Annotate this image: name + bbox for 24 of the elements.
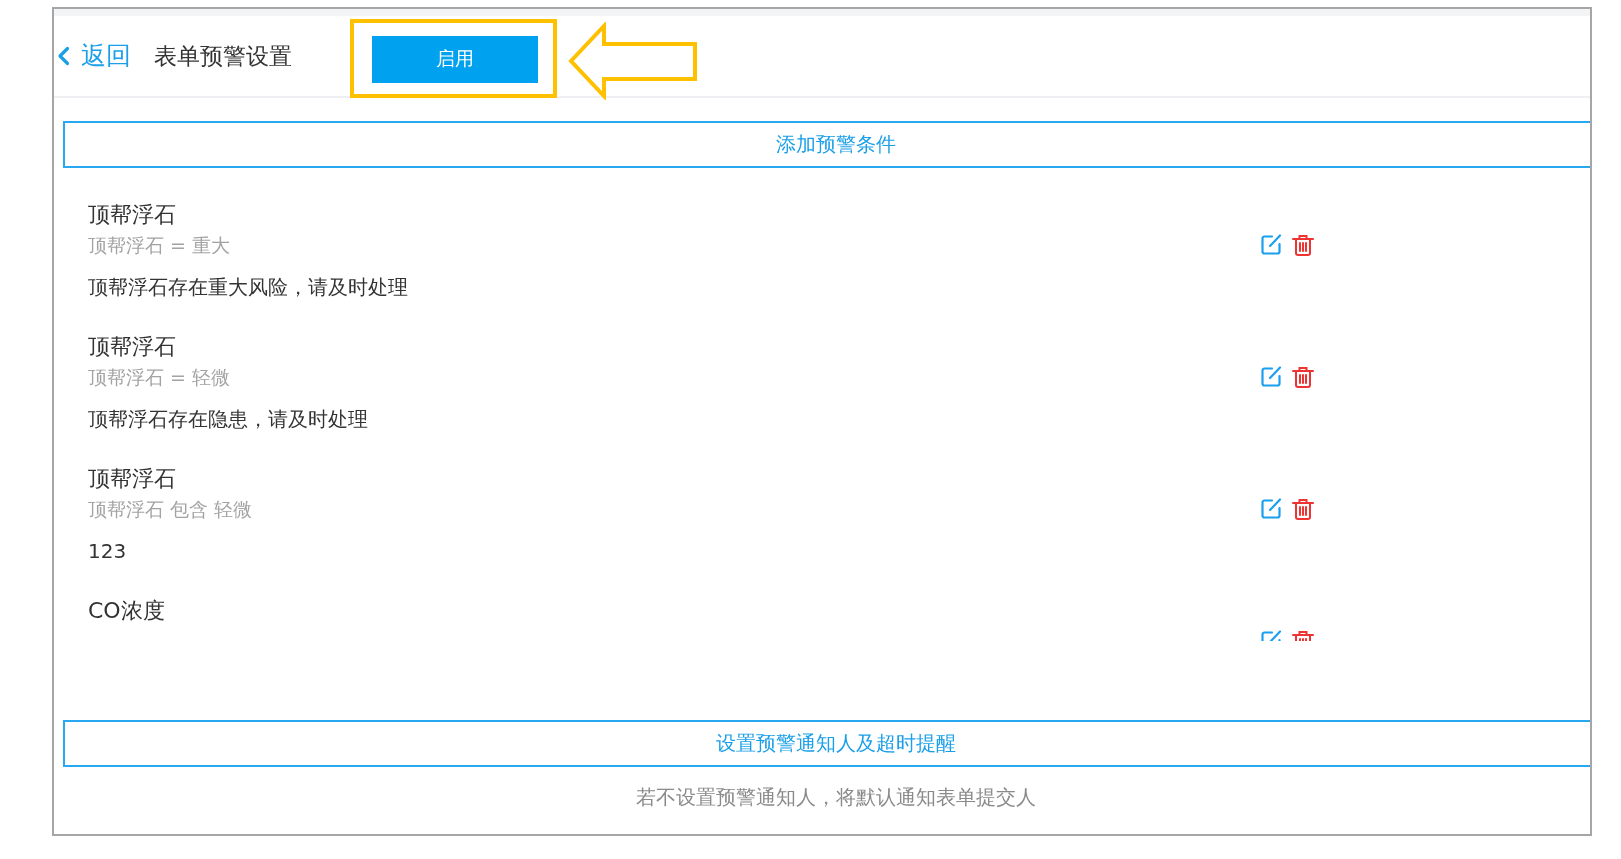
chevron-left-icon [57, 46, 70, 66]
back-link[interactable]: 返回 [57, 41, 131, 71]
enable-button[interactable]: 启用 [372, 35, 538, 83]
condition-rule: 顶帮浮石 = 重大 [88, 233, 231, 258]
warning-message: 顶帮浮石存在隐患，请及时处理 [88, 406, 369, 433]
edit-icon[interactable] [1260, 366, 1282, 388]
warning-message: 123 [88, 538, 128, 565]
edit-icon[interactable] [1260, 498, 1282, 520]
condition-title: 顶帮浮石 [88, 333, 177, 361]
page-title: 表单预警设置 [154, 42, 292, 71]
condition-title: 顶帮浮石 [88, 465, 177, 493]
notify-settings-button[interactable]: 设置预警通知人及超时提醒 [63, 720, 1590, 767]
add-condition-button[interactable]: 添加预警条件 [63, 121, 1590, 168]
condition-title: CO浓度 [88, 597, 166, 625]
edit-icon[interactable] [1260, 234, 1282, 256]
warning-message: 顶帮浮石存在重大风险，请及时处理 [88, 274, 409, 301]
trash-icon[interactable] [1292, 498, 1314, 520]
condition-rule: 顶帮浮石 包含 轻微 [88, 497, 254, 522]
condition-title: 顶帮浮石 [88, 201, 177, 229]
condition-rule: 顶帮浮石 = 轻微 [88, 365, 231, 390]
trash-icon[interactable] [1292, 366, 1314, 388]
hint-text: 若不设置预警通知人，将默认通知表单提交人 [635, 784, 1037, 811]
trash-icon[interactable] [1292, 234, 1314, 256]
left-arrow-icon [567, 21, 699, 100]
